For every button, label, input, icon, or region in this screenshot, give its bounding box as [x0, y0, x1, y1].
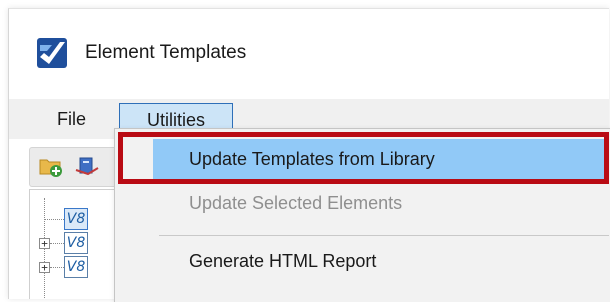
menu-icon-gutter	[115, 129, 153, 302]
menu-separator	[159, 235, 609, 236]
expand-icon[interactable]: +	[39, 262, 50, 273]
v8-file-icon: V8	[64, 232, 88, 254]
menu-item-update-templates-from-library[interactable]: Update Templates from Library	[153, 139, 605, 179]
utilities-dropdown-menu: Update Templates from Library Update Sel…	[114, 128, 610, 302]
v8-file-icon: V8	[64, 208, 88, 230]
library-icon[interactable]	[74, 154, 100, 178]
menu-item-label: Update Templates from Library	[189, 149, 435, 169]
open-folder-add-icon[interactable]	[38, 154, 64, 178]
menu-item-update-selected-elements[interactable]: Update Selected Elements	[153, 183, 605, 223]
menu-file[interactable]: File	[49, 105, 94, 133]
expand-icon[interactable]: +	[39, 238, 50, 249]
menu-item-label: Generate HTML Report	[189, 251, 377, 271]
menu-item-label: Update Selected Elements	[189, 193, 403, 213]
v8-file-icon: V8	[64, 256, 88, 278]
title-bar: Element Templates	[9, 9, 609, 97]
window-title: Element Templates	[85, 42, 247, 63]
menu-item-generate-html-report[interactable]: Generate HTML Report	[153, 241, 605, 281]
microstation-logo-icon	[37, 38, 67, 68]
